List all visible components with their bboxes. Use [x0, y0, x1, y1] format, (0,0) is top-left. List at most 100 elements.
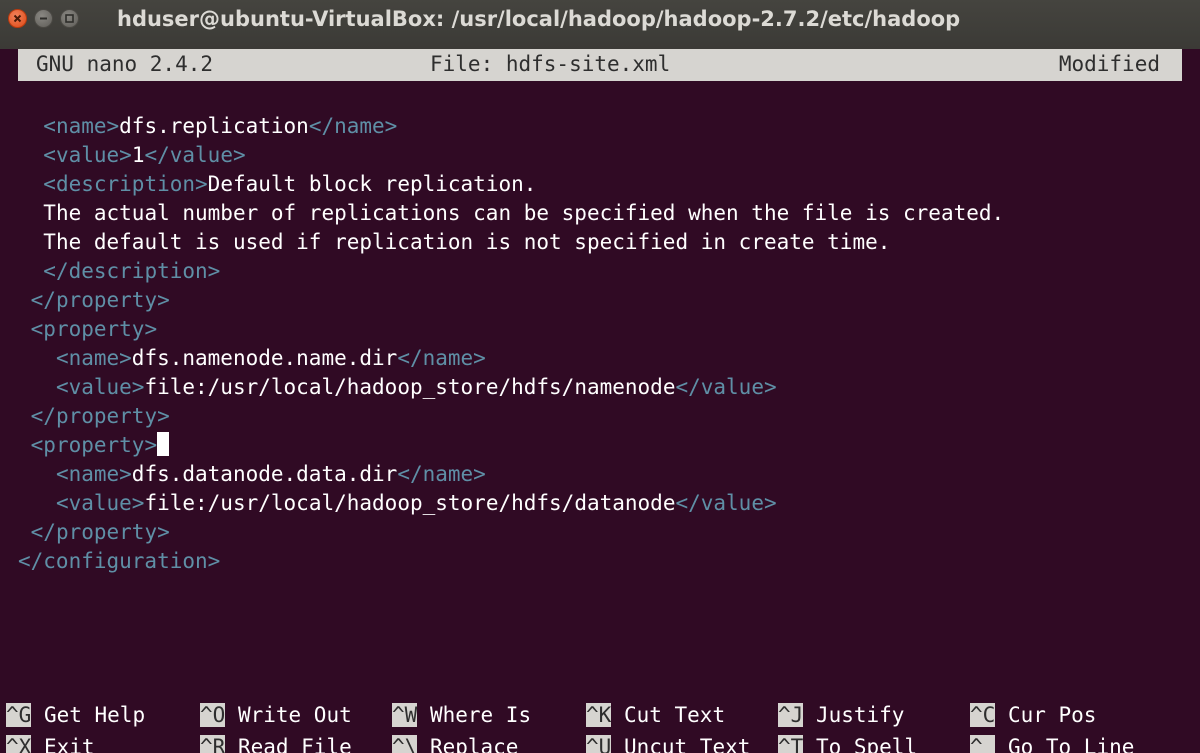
terminal-area[interactable]: GNU nano 2.4.2 File: hdfs-site.xml Modif… — [0, 49, 1200, 753]
shortcut-item[interactable]: ^W Where Is — [392, 701, 531, 730]
line-text: file:/usr/local/hadoop_store/hdfs/nameno… — [144, 375, 676, 399]
shortcut-item[interactable]: ^C Cur Pos — [970, 701, 1096, 730]
shortcut-item[interactable]: ^\ Replace — [392, 733, 518, 753]
window-title: hduser@ubuntu-VirtualBox: /usr/local/had… — [117, 7, 961, 31]
xml-tag: </value> — [144, 143, 246, 167]
shortcut-key: ^O — [200, 703, 226, 727]
shortcut-label: Get Help — [31, 703, 146, 727]
xml-tag: </name> — [308, 114, 398, 138]
shortcut-label: Uncut Text — [611, 735, 751, 753]
xml-tag: </value> — [675, 375, 777, 399]
line-text: The default is used if replication is no… — [43, 230, 891, 254]
editor-line[interactable]: <property> — [18, 431, 170, 460]
xml-tag: <name> — [55, 346, 132, 370]
shortcut-key: ^\ — [392, 735, 418, 753]
xml-tag: </value> — [675, 491, 777, 515]
shortcut-key: ^W — [392, 703, 418, 727]
editor-line[interactable]: </property> — [18, 402, 170, 431]
line-text: dfs.replication — [119, 114, 309, 138]
shortcut-key: ^K — [586, 703, 612, 727]
shortcut-key: ^X — [6, 735, 32, 753]
maximize-button[interactable] — [60, 9, 79, 28]
line-text: dfs.namenode.name.dir — [131, 346, 398, 370]
shortcut-label: Justify — [803, 703, 905, 727]
shortcut-label: Where Is — [417, 703, 532, 727]
line-text: file:/usr/local/hadoop_store/hdfs/datano… — [144, 491, 676, 515]
shortcut-label: Read File — [225, 735, 352, 753]
editor-line[interactable]: The default is used if replication is no… — [18, 228, 890, 257]
nano-header-bar: GNU nano 2.4.2 File: hdfs-site.xml Modif… — [18, 49, 1182, 81]
shortcut-item[interactable]: ^R Read File — [200, 733, 352, 753]
shortcut-key: ^G — [6, 703, 32, 727]
shortcut-label: Cut Text — [611, 703, 726, 727]
xml-tag: <property> — [30, 317, 158, 341]
editor-line[interactable]: <value>file:/usr/local/hadoop_store/hdfs… — [18, 489, 777, 518]
editor-line[interactable]: </property> — [18, 286, 170, 315]
editor-line[interactable]: The actual number of replications can be… — [18, 199, 1004, 228]
editor-line[interactable]: <description>Default block replication. — [18, 170, 536, 199]
editor-line[interactable]: <name>dfs.namenode.name.dir</name> — [18, 344, 486, 373]
editor-line[interactable]: <value>1</value> — [18, 141, 246, 170]
line-text: dfs.datanode.data.dir — [131, 462, 398, 486]
editor-line[interactable]: <property> — [18, 315, 157, 344]
editor-line[interactable]: <name>dfs.datanode.data.dir</name> — [18, 460, 486, 489]
shortcut-label: Replace — [417, 735, 519, 753]
line-text: 1 — [131, 143, 145, 167]
shortcut-key: ^C — [970, 703, 996, 727]
shortcut-label: To Spell — [803, 735, 918, 753]
line-text: The actual number of replications can be… — [43, 201, 1005, 225]
shortcut-item[interactable]: ^U Uncut Text — [586, 733, 750, 753]
editor-line[interactable]: </description> — [18, 257, 220, 286]
maximize-icon — [65, 14, 74, 23]
shortcut-item[interactable]: ^T To Spell — [778, 733, 917, 753]
shortcut-item[interactable]: ^_ Go To Line — [970, 733, 1134, 753]
editor-line[interactable]: <name>dfs.replication</name> — [18, 112, 397, 141]
shortcut-item[interactable]: ^G Get Help — [6, 701, 145, 730]
shortcut-item[interactable]: ^X Exit — [6, 733, 95, 753]
shortcut-item[interactable]: ^K Cut Text — [586, 701, 725, 730]
xml-tag: </property> — [30, 404, 170, 428]
shortcut-key: ^_ — [970, 735, 996, 753]
minimize-button[interactable] — [34, 9, 53, 28]
nano-version: GNU nano 2.4.2 — [36, 52, 214, 76]
xml-tag: <property> — [30, 433, 158, 457]
editor-line[interactable]: </property> — [18, 518, 170, 547]
xml-tag: <value> — [55, 491, 145, 515]
xml-tag: </configuration> — [18, 549, 221, 573]
minimize-icon — [40, 17, 47, 20]
xml-tag: <description> — [43, 172, 208, 196]
shortcut-key: ^U — [586, 735, 612, 753]
nano-modified-status: Modified — [1058, 52, 1160, 76]
shortcut-item[interactable]: ^O Write Out — [200, 701, 352, 730]
xml-tag: </name> — [397, 462, 486, 486]
shortcut-label: Go To Line — [995, 735, 1135, 753]
xml-tag: </description> — [43, 259, 221, 283]
xml-tag: <value> — [43, 143, 132, 167]
xml-tag: <name> — [55, 462, 132, 486]
shortcut-item[interactable]: ^J Justify — [778, 701, 904, 730]
editor-line[interactable]: <value>file:/usr/local/hadoop_store/hdfs… — [18, 373, 777, 402]
shortcut-key: ^R — [200, 735, 226, 753]
shortcut-label: Write Out — [225, 703, 352, 727]
text-cursor — [157, 432, 170, 456]
nano-filename: File: hdfs-site.xml — [430, 52, 671, 76]
title-bar: hduser@ubuntu-VirtualBox: /usr/local/had… — [0, 0, 1200, 49]
shortcut-key: ^T — [778, 735, 804, 753]
shortcut-key: ^J — [778, 703, 804, 727]
editor-line[interactable]: </configuration> — [18, 547, 220, 576]
close-button[interactable] — [8, 9, 27, 28]
